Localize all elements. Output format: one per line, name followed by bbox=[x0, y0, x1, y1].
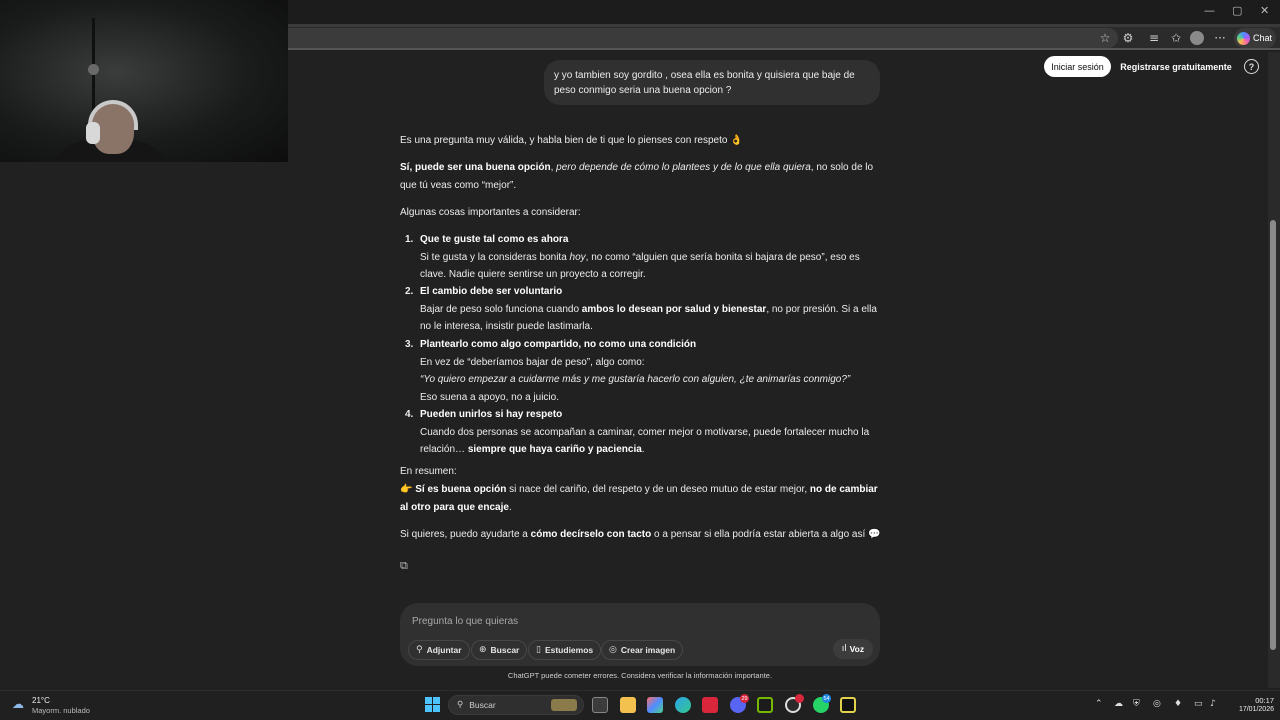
disclaimer: ChatGPT puede cometer errores. Considera… bbox=[507, 671, 773, 680]
assistant-paragraph-2: Sí, puede ser una buena opción, pero dep… bbox=[400, 162, 874, 191]
user-message-bubble: y yo tambien soy gordito , osea ella es … bbox=[544, 60, 880, 105]
scrollbar-thumb[interactable] bbox=[1270, 220, 1276, 650]
register-button[interactable]: Registrarse gratuitamente bbox=[1118, 56, 1234, 77]
toolbar-divider bbox=[288, 48, 1280, 50]
wps-office-icon[interactable] bbox=[702, 697, 718, 713]
globe-icon: ⊕ bbox=[479, 645, 487, 655]
image-icon: ◎ bbox=[609, 645, 617, 655]
login-button[interactable]: Iniciar sesión bbox=[1044, 56, 1111, 77]
task-view-icon[interactable] bbox=[592, 697, 608, 713]
voice-wave-icon: ıl bbox=[841, 644, 847, 654]
voice-button[interactable]: ıl Voz bbox=[833, 639, 873, 659]
minimize-icon[interactable]: — bbox=[1204, 4, 1215, 17]
app-circle-badge bbox=[795, 694, 804, 703]
profile-avatar-icon[interactable] bbox=[1190, 31, 1204, 45]
assistant-intro: Es una pregunta muy válida, y habla bien… bbox=[400, 135, 743, 146]
search-button[interactable]: ⊕ Buscar bbox=[471, 640, 528, 660]
edge-browser-icon[interactable] bbox=[675, 697, 691, 713]
clock-time[interactable]: 00:17 bbox=[1246, 696, 1274, 705]
search-highlight-icon bbox=[551, 699, 577, 711]
list-intro: Algunas cosas importantes a considerar: bbox=[400, 207, 581, 218]
book-icon: ▯ bbox=[536, 645, 541, 655]
search-icon: ⚲ bbox=[457, 700, 464, 710]
close-window-icon[interactable]: ✕ bbox=[1260, 4, 1269, 17]
composer: ⚲Adjuntar ⊕Buscar ▯Estudiemos ◎Crear ima… bbox=[400, 603, 880, 666]
paperclip-icon: ⚲ bbox=[416, 645, 423, 655]
copilot-chat-button[interactable]: Chat bbox=[1234, 28, 1276, 48]
more-menu-icon[interactable]: ··· bbox=[1212, 31, 1228, 45]
whatsapp-badge: 54 bbox=[822, 694, 831, 703]
help-icon[interactable]: ? bbox=[1244, 59, 1259, 74]
taskbar-search[interactable]: ⚲ Buscar bbox=[448, 695, 584, 715]
maximize-icon[interactable]: ▢ bbox=[1232, 4, 1242, 17]
pointing-hand-emoji: 👉 bbox=[400, 484, 413, 495]
user-message-text: y yo tambien soy gordito , osea ella es … bbox=[554, 70, 855, 96]
discord-badge: 29 bbox=[740, 694, 749, 703]
summary-label: En resumen: bbox=[400, 466, 457, 477]
webcam-background-knob bbox=[88, 64, 99, 75]
cloud-icon[interactable]: ☁ bbox=[12, 697, 28, 711]
copilot-app-icon[interactable] bbox=[647, 697, 663, 713]
create-image-button[interactable]: ◎ Crear imagen bbox=[601, 640, 684, 660]
clock-date[interactable]: 17/01/2026 bbox=[1226, 706, 1274, 713]
favorites-icon[interactable]: ✩ bbox=[1168, 31, 1184, 45]
webcam-headset-earcup bbox=[86, 122, 100, 144]
obs-app-icon[interactable] bbox=[840, 697, 856, 713]
file-explorer-icon[interactable] bbox=[620, 697, 636, 713]
chevron-up-icon[interactable]: ⌃ bbox=[1095, 699, 1103, 709]
weather-temperature[interactable]: 21°C bbox=[32, 696, 50, 705]
windows-start-icon[interactable] bbox=[425, 697, 440, 712]
webcam-overlay bbox=[0, 0, 288, 162]
extensions-icon[interactable]: ⚙ bbox=[1120, 31, 1136, 45]
attach-button[interactable]: ⚲ Adjuntar bbox=[408, 640, 470, 660]
closing-text: Si quieres, puedo ayudarte a cómo decírs… bbox=[400, 529, 881, 540]
volume-icon[interactable]: ♪ bbox=[1210, 699, 1216, 709]
network-icon[interactable]: ▭ bbox=[1194, 699, 1203, 709]
weather-description[interactable]: Mayorm. nublado bbox=[32, 706, 90, 715]
reading-list-icon[interactable]: ≡ bbox=[1146, 31, 1162, 45]
microphone-icon[interactable]: ♦ bbox=[1174, 699, 1182, 709]
tray-app-icon[interactable]: ◎ bbox=[1153, 699, 1161, 709]
onedrive-icon[interactable]: ☁ bbox=[1114, 699, 1123, 709]
security-icon[interactable]: ⛨ bbox=[1133, 699, 1140, 709]
prompt-input[interactable] bbox=[412, 613, 852, 629]
nvidia-icon[interactable] bbox=[757, 697, 773, 713]
favorite-star-icon[interactable]: ☆ bbox=[1097, 31, 1113, 45]
summary-text: 👉 Sí es buena opción si nace del cariño,… bbox=[400, 484, 878, 513]
taskbar bbox=[0, 690, 1280, 720]
copilot-chat-label: Chat bbox=[1253, 33, 1273, 43]
address-bar[interactable] bbox=[288, 28, 1118, 48]
copilot-logo-icon bbox=[1237, 31, 1250, 45]
study-button[interactable]: ▯ Estudiemos bbox=[528, 640, 602, 660]
copy-icon[interactable]: ⧉ bbox=[400, 560, 412, 572]
